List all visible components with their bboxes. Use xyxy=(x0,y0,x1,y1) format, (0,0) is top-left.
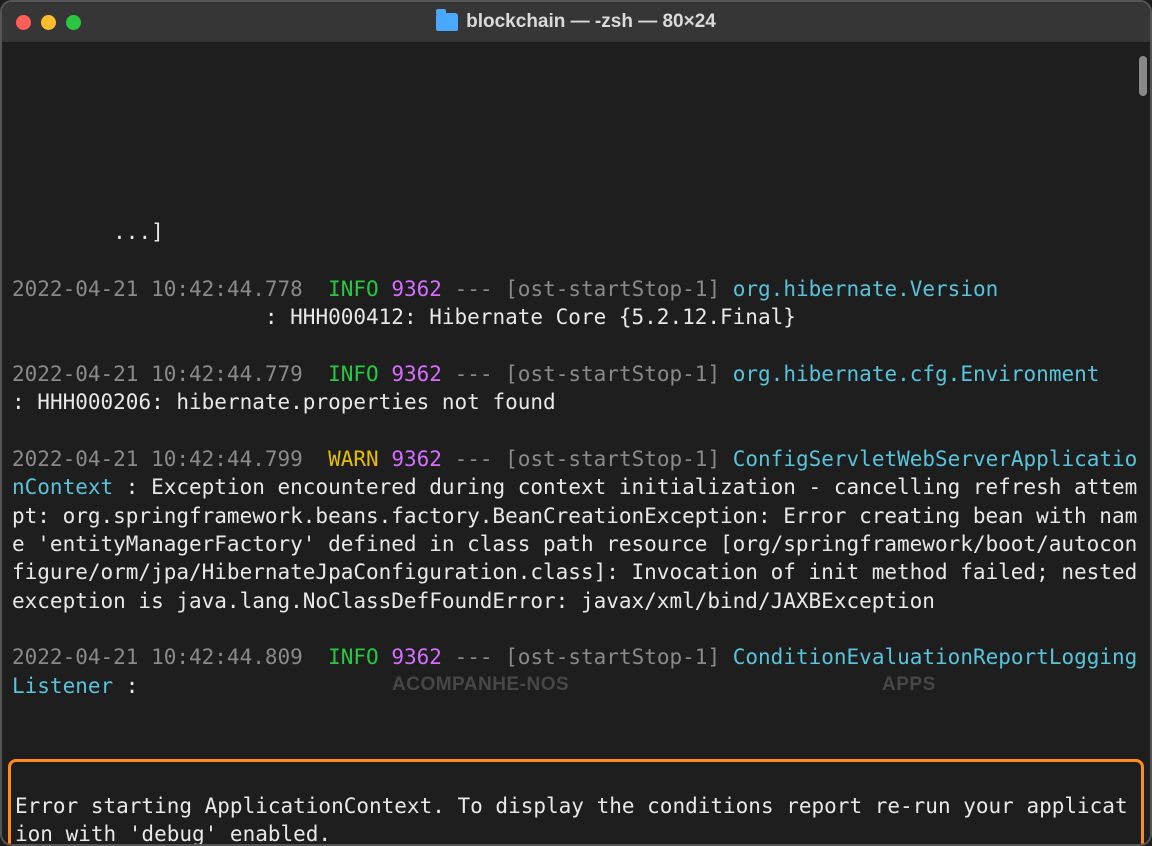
error-highlight-box: Error starting ApplicationContext. To di… xyxy=(8,759,1144,844)
minimize-icon[interactable] xyxy=(41,15,56,30)
log-line: 2022-04-21 10:42:44.799 WARN 9362 --- [o… xyxy=(12,445,1140,615)
log-line: ...] xyxy=(12,218,1140,246)
terminal-window: blockchain — -zsh — 80×24 ACOMPANHE-NOS … xyxy=(0,0,1152,846)
log-line: 2022-04-21 10:42:44.779 INFO 9362 --- [o… xyxy=(12,360,1140,417)
window-title-text: blockchain — -zsh — 80×24 xyxy=(466,9,716,35)
log-line: 2022-04-21 10:42:44.778 INFO 9362 --- [o… xyxy=(12,275,1140,332)
zoom-icon[interactable] xyxy=(66,15,81,30)
window-title: blockchain — -zsh — 80×24 xyxy=(2,9,1150,35)
log-line: 2022-04-21 10:42:44.809 INFO 9362 --- [o… xyxy=(12,643,1140,700)
log-line: Error starting ApplicationContext. To di… xyxy=(15,792,1137,844)
scrollbar-thumb[interactable] xyxy=(1139,56,1147,96)
titlebar[interactable]: blockchain — -zsh — 80×24 xyxy=(2,2,1150,42)
traffic-lights xyxy=(16,15,81,30)
terminal-body[interactable]: ACOMPANHE-NOS APPS ...] 2022-04-21 10:42… xyxy=(2,42,1150,844)
folder-icon xyxy=(436,13,458,31)
close-icon[interactable] xyxy=(16,15,31,30)
